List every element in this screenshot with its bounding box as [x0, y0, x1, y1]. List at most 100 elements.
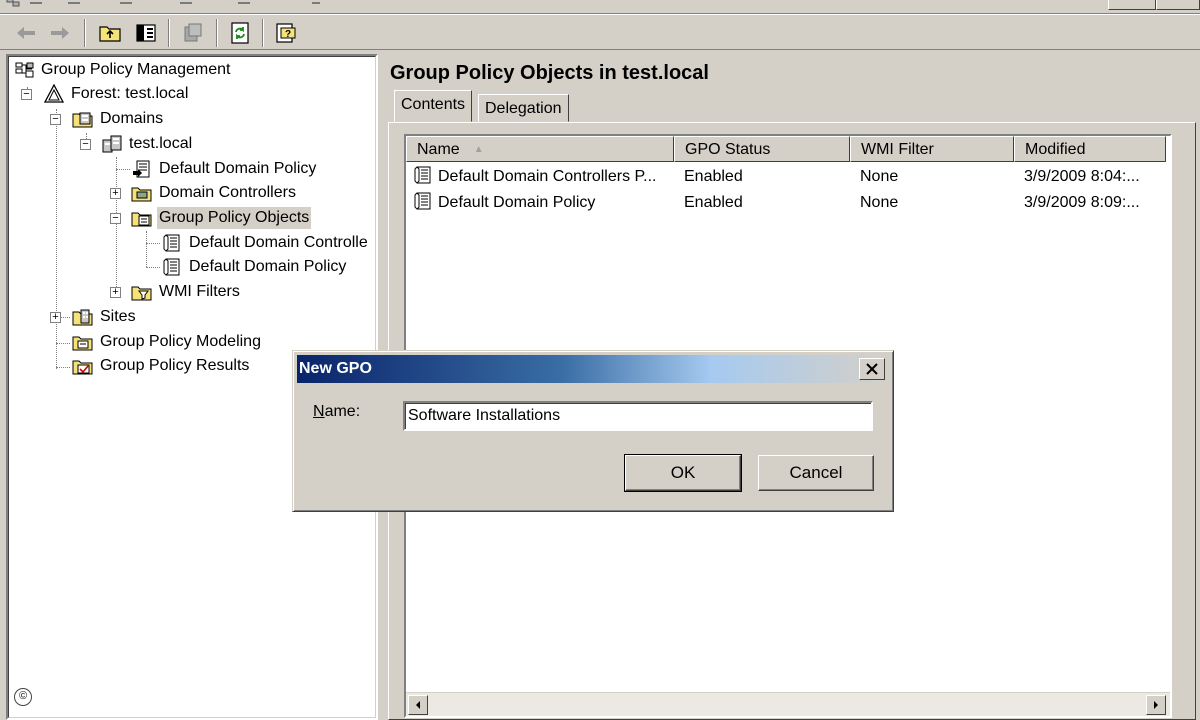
console-window-icon[interactable]: [6, 0, 20, 8]
tree-item-group-policy-results[interactable]: Group Policy Results: [72, 355, 251, 377]
up-folder-icon: [99, 26, 121, 42]
tree-expander-expand[interactable]: +: [110, 287, 121, 298]
table-row[interactable]: Default Domain Controllers P... Enabled …: [406, 164, 1166, 190]
tree-item-sites[interactable]: Sites: [72, 306, 138, 328]
help-button[interactable]: ?: [272, 19, 300, 47]
tree-label: Group Policy Objects: [157, 207, 312, 229]
menu-item-help[interactable]: [238, 2, 250, 4]
gpo-link-icon: [133, 160, 150, 178]
refresh-button[interactable]: [226, 19, 254, 47]
tree-connector: [146, 267, 160, 268]
restore-button[interactable]: [1108, 0, 1156, 10]
ok-button[interactable]: OK: [624, 454, 742, 492]
domains-icon: [72, 112, 93, 128]
tree-label: Forest: test.local: [71, 85, 189, 102]
cell-wmi-filter: None: [860, 194, 899, 211]
tree-item-domains[interactable]: Domains: [72, 108, 165, 130]
tree-expander-collapse[interactable]: −: [80, 139, 91, 150]
page-title: Group Policy Objects in test.local: [390, 62, 709, 84]
cell-wmi-filter: None: [860, 168, 899, 185]
delete-button[interactable]: [178, 19, 206, 47]
tree-item-gpo[interactable]: Default Domain Policy: [161, 256, 348, 278]
menu-item-extra[interactable]: [312, 2, 320, 4]
menu-item-window[interactable]: [180, 2, 192, 4]
column-header-gpo-status[interactable]: GPO Status: [674, 136, 850, 162]
dialog-title: New GPO: [299, 360, 372, 377]
tab-contents[interactable]: Contents: [394, 90, 473, 122]
tree-connector: [116, 169, 130, 170]
cell-modified: 3/9/2009 8:09:...: [1024, 194, 1140, 211]
name-field-label-text: ame:: [324, 403, 361, 420]
tree-label: Group Policy Results: [100, 357, 250, 374]
close-window-button[interactable]: [1156, 0, 1200, 10]
tree-label: Domain Controllers: [159, 184, 296, 201]
gpo-icon: [414, 192, 431, 210]
menu-item-action[interactable]: [68, 2, 80, 4]
wmi-filter-icon: [131, 286, 152, 301]
scroll-left-button[interactable]: [408, 695, 428, 715]
horizontal-scrollbar[interactable]: [406, 692, 1170, 716]
cell-name: Default Domain Controllers P...: [412, 164, 670, 190]
cell-name-text: Default Domain Controllers P...: [438, 168, 657, 185]
menu-item-view[interactable]: [120, 2, 132, 4]
up-one-level-button[interactable]: [96, 19, 124, 47]
tree-label: test.local: [129, 135, 193, 152]
tab-delegation[interactable]: Delegation: [478, 94, 569, 122]
tree-connector: [116, 157, 117, 293]
gpo-container-icon: [131, 212, 152, 227]
list-header: Name ▲ GPO Status WMI Filter Modified: [406, 136, 1166, 162]
tree-connector: [56, 343, 70, 344]
dialog-title-bar[interactable]: New GPO: [297, 355, 889, 383]
tree-item-group-policy-management[interactable]: Group Policy Management: [13, 59, 232, 81]
tree-item-default-domain-policy-link[interactable]: Default Domain Policy: [131, 158, 318, 180]
toolbar-separator: [84, 19, 86, 47]
tree-expander-collapse[interactable]: −: [50, 114, 61, 125]
column-header-name[interactable]: Name ▲: [406, 136, 674, 162]
dialog-close-button[interactable]: [859, 358, 885, 380]
column-header-modified[interactable]: Modified: [1014, 136, 1166, 162]
copyright-mark: ©: [14, 688, 32, 706]
cell-gpo-status: Enabled: [684, 194, 743, 211]
tree-item-group-policy-modeling[interactable]: Group Policy Modeling: [72, 331, 263, 353]
modeling-icon: [72, 336, 93, 351]
gpo-name-input[interactable]: [403, 401, 873, 431]
forward-button[interactable]: [46, 19, 74, 47]
toolbar: ?: [0, 14, 1200, 50]
tree-item-gpo[interactable]: Default Domain Controlle: [161, 232, 370, 254]
tree-label: Default Domain Policy: [189, 258, 347, 275]
cancel-button[interactable]: Cancel: [758, 455, 874, 491]
tree-item-domain-controllers[interactable]: Domain Controllers: [131, 182, 298, 204]
tree-expander-collapse[interactable]: −: [21, 89, 32, 100]
column-header-wmi-filter[interactable]: WMI Filter: [850, 136, 1014, 162]
gpo-icon: [414, 166, 431, 184]
svg-text:?: ?: [285, 29, 291, 40]
scroll-right-button[interactable]: [1146, 695, 1166, 715]
name-field-label: Name:: [313, 403, 360, 421]
column-header-label: Name: [417, 141, 460, 159]
cell-modified: 3/9/2009 8:04:...: [1024, 168, 1140, 185]
menu-item-file[interactable]: [30, 2, 42, 4]
gpm-icon: [15, 62, 34, 78]
sites-icon: [72, 309, 93, 326]
results-icon: [72, 360, 93, 375]
tree-expander-expand[interactable]: +: [110, 188, 121, 199]
toolbar-separator: [262, 19, 264, 47]
close-icon: [866, 363, 878, 375]
tree-item-domain-test-local[interactable]: test.local: [101, 133, 194, 155]
tree-expander-expand[interactable]: +: [50, 312, 61, 323]
tree-item-wmi-filters[interactable]: WMI Filters: [131, 281, 242, 303]
cell-name-text: Default Domain Policy: [438, 194, 596, 211]
sort-ascending-icon: ▲: [473, 144, 484, 155]
table-row[interactable]: Default Domain Policy Enabled None 3/9/2…: [406, 190, 1166, 216]
tree-item-forest[interactable]: Forest: test.local: [43, 83, 190, 105]
tree-connector: [56, 367, 70, 368]
gpo-icon: [163, 258, 180, 276]
tree-item-group-policy-objects[interactable]: Group Policy Objects: [131, 207, 312, 229]
gpo-icon: [163, 234, 180, 252]
forest-icon: [43, 84, 65, 103]
tree-label: WMI Filters: [159, 283, 240, 300]
show-hide-tree-button[interactable]: [132, 19, 160, 47]
back-button[interactable]: [12, 19, 40, 47]
tree-connector: [146, 243, 160, 244]
tree-expander-collapse[interactable]: −: [110, 213, 121, 224]
